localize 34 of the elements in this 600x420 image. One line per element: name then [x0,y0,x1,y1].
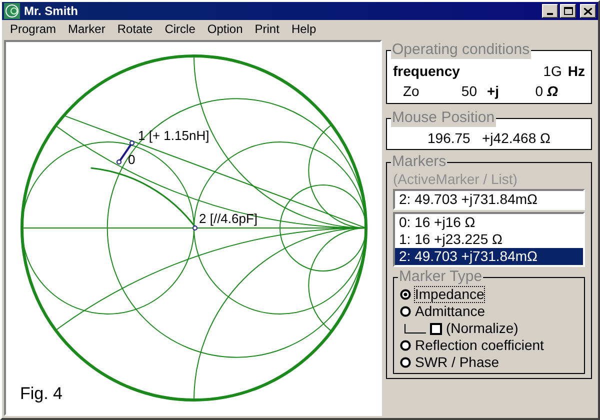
checkbox-label: (Normalize) [446,321,518,336]
figure-caption: Fig. 4 [20,382,63,404]
unit-label: Ω [547,82,558,100]
radio-label: SWR / Phase [415,355,500,370]
group-title: Operating conditions [391,41,531,59]
markers-hint: (ActiveMarker / List) [393,171,518,187]
group-title: Marker Type [398,268,484,286]
zo-imaginary-value: 0 [534,82,544,100]
frequency-value: 1G [543,62,562,80]
marker-label: 1 [+ 1.15nH] [138,128,210,143]
marker-label: 2 [//4.6pF] [199,211,258,226]
menu-item[interactable]: Program [4,20,62,38]
marker-list-item[interactable]: 1: 16 +j23.225 Ω [395,231,583,248]
zo-label: Zo [403,82,420,100]
frequency-label: frequency [393,62,460,81]
menu-item[interactable]: Option [201,20,249,38]
menu-item[interactable]: Help [285,20,322,38]
marker-list-item[interactable]: 2: 49.703 +j731.84mΩ [395,248,583,265]
menu-item[interactable]: Print [248,20,286,38]
active-marker-field[interactable]: 2: 49.703 +j731.84mΩ [393,189,585,210]
window-title: Mr. Smith [24,3,80,20]
imaginary-label: +j [487,82,500,101]
zo-real-value: 50 [460,82,477,100]
group-title: Mouse Position [391,109,496,127]
menu-item[interactable]: Circle [158,20,202,38]
radio-label: Reflection coefficient [415,338,544,353]
menu-item[interactable]: Marker [62,20,112,38]
mouse-position-value: 196.75 +j42.468 Ω [426,129,552,147]
menu-item[interactable]: Rotate [111,20,159,38]
marker-list-item[interactable]: 0: 16 +j16 Ω [395,214,583,231]
marker-label: 0 [128,152,136,167]
frequency-unit: Hz [568,62,585,80]
radio-label: Admittance [415,304,486,319]
radio-label: Impedance [415,287,484,302]
